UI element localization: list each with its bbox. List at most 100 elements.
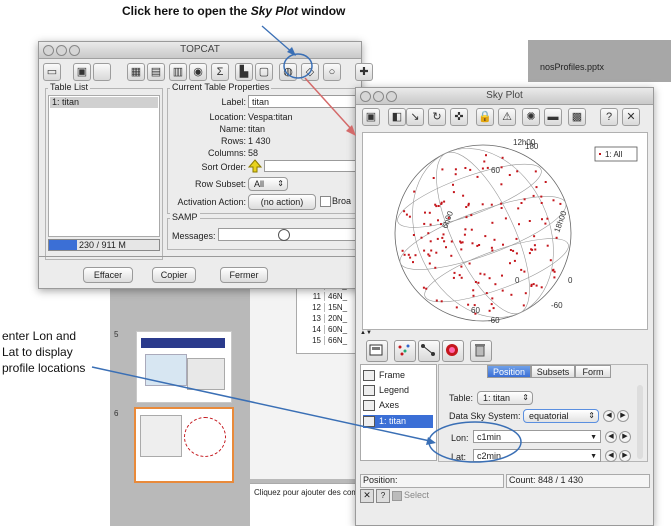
sky-plot-area[interactable]: 12h00 180 6h00 18h00 60 0 -60 -60 60 0 1: All: [362, 132, 648, 330]
label-field[interactable]: titan: [248, 95, 356, 108]
prev-sky-button[interactable]: ◀: [603, 410, 615, 422]
plot2d-icon[interactable]: ▢: [255, 63, 273, 81]
color-icon[interactable]: ✺: [522, 108, 540, 126]
row-subset-select[interactable]: All ⇕: [248, 177, 288, 191]
data-point: [546, 217, 549, 220]
table-view-icon[interactable]: ▦: [127, 63, 145, 81]
next-lon-button[interactable]: ▶: [619, 431, 631, 443]
sky-plot-svg[interactable]: 12h001806h00 18h00600-60-606001: All: [363, 133, 647, 329]
next-lat-button[interactable]: ▶: [619, 450, 631, 462]
add-pair-icon[interactable]: [418, 340, 440, 362]
data-point: [491, 221, 494, 224]
sigma-icon[interactable]: Σ: [211, 63, 229, 81]
broadcast-checkbox[interactable]: [320, 196, 331, 207]
skyplot-minimize-light-icon[interactable]: [373, 91, 384, 102]
slide-number-5: 5: [114, 330, 119, 339]
config-scrollbar[interactable]: [637, 385, 643, 459]
slide-sky-figure: [184, 417, 226, 457]
fermer-button[interactable]: Fermer: [220, 267, 268, 283]
open-table-icon[interactable]: ▭: [43, 63, 61, 81]
layer-item-axes[interactable]: Axes: [363, 399, 433, 412]
zoom-region-icon[interactable]: ◧: [388, 108, 406, 126]
select-icon[interactable]: [392, 491, 402, 501]
activation-button[interactable]: (no action): [248, 194, 316, 210]
broadcast-label: Broa: [332, 196, 352, 206]
match-icon[interactable]: ✚: [355, 63, 373, 81]
resize-icon[interactable]: ↘: [406, 108, 424, 126]
data-point: [481, 167, 484, 170]
skyplot-close-light-icon[interactable]: [360, 91, 371, 102]
layer-item-1-titan[interactable]: 1: titan: [363, 415, 433, 428]
data-point: [532, 283, 535, 286]
minimize-light-icon[interactable]: [56, 45, 67, 56]
data-point: [429, 223, 432, 226]
sky-plot-icon[interactable]: ◍: [279, 63, 297, 81]
splitter-icon[interactable]: ▲▼: [360, 330, 372, 336]
subsets-icon[interactable]: ◉: [189, 63, 207, 81]
slide-thumbnail-6[interactable]: [134, 407, 234, 483]
sphere-plot-icon[interactable]: ○: [323, 63, 341, 81]
broadcast-icon[interactable]: [93, 63, 111, 81]
notes-area[interactable]: Cliquez pour ajouter des com: [250, 483, 363, 526]
annotation-left-line1: enter Lon and: [2, 329, 77, 343]
data-point: [403, 210, 406, 213]
skyplot-titlebar: Sky Plot: [356, 88, 653, 105]
zoom-light-icon[interactable]: [69, 45, 80, 56]
tab-position[interactable]: Position: [487, 365, 531, 378]
clear-icon[interactable]: ✕: [360, 489, 374, 503]
sort-order-field[interactable]: [264, 160, 356, 172]
data-point: [501, 289, 504, 292]
data-point: [535, 186, 538, 189]
histogram-icon[interactable]: ▙: [235, 63, 253, 81]
close-icon[interactable]: ✕: [622, 108, 640, 126]
grid-label: 180: [525, 142, 539, 151]
tab-form[interactable]: Form: [575, 365, 611, 378]
config-icon[interactable]: ▣: [362, 108, 380, 126]
help-icon[interactable]: ?: [600, 108, 618, 126]
rotate-icon[interactable]: ↻: [428, 108, 446, 126]
prev-lat-button[interactable]: ◀: [605, 450, 617, 462]
save-table-icon[interactable]: ▣: [73, 63, 91, 81]
copier-button[interactable]: Copier: [152, 267, 196, 283]
table-list-item[interactable]: 1: titan: [50, 97, 158, 108]
select-arrows-icon: ⇕: [277, 179, 284, 188]
data-point: [490, 246, 493, 249]
data-point: [430, 249, 433, 252]
columns-icon[interactable]: ▤: [147, 63, 165, 81]
prev-lon-button[interactable]: ◀: [605, 431, 617, 443]
warning-icon[interactable]: ⚠: [498, 108, 516, 126]
table-select[interactable]: 1: titan ⇕: [477, 391, 533, 405]
sort-up-arrow-icon[interactable]: [247, 159, 263, 173]
skyplot-title: Sky Plot: [486, 90, 523, 101]
stats-icon[interactable]: ▥: [169, 63, 187, 81]
cube-plot-icon[interactable]: ◇: [301, 63, 319, 81]
add-scatter-icon[interactable]: [394, 340, 416, 362]
table-list[interactable]: 1: titan: [48, 95, 160, 237]
lock-icon[interactable]: 🔒: [476, 108, 494, 126]
add-density-icon[interactable]: [442, 340, 464, 362]
tab-subsets[interactable]: Subsets: [531, 365, 575, 378]
data-point: [420, 236, 423, 239]
help-icon[interactable]: ?: [376, 489, 390, 503]
sky-system-select[interactable]: equatorial ⇕: [523, 409, 599, 423]
rows-value: 1 430: [248, 136, 271, 146]
slide-thumbnail-5[interactable]: [136, 331, 232, 403]
next-sky-button[interactable]: ▶: [617, 410, 629, 422]
image-icon[interactable]: ▩: [568, 108, 586, 126]
layer-item-legend[interactable]: Legend: [363, 384, 433, 397]
data-point: [455, 306, 458, 309]
layer-tool-icon[interactable]: [366, 340, 388, 362]
effacer-button[interactable]: Effacer: [83, 267, 133, 283]
navigation-icon[interactable]: ✜: [450, 108, 468, 126]
row-value: 60N_: [328, 325, 348, 334]
delete-layer-icon[interactable]: [470, 340, 492, 362]
skyplot-zoom-light-icon[interactable]: [386, 91, 397, 102]
export-icon[interactable]: ▬: [544, 108, 562, 126]
data-point: [479, 272, 482, 275]
data-point: [460, 248, 463, 251]
lon-field[interactable]: c1min ▼: [473, 430, 601, 443]
lat-field[interactable]: c2min ▼: [473, 449, 601, 462]
close-light-icon[interactable]: [43, 45, 54, 56]
layer-item-frame[interactable]: Frame: [363, 369, 433, 382]
layer-list[interactable]: Frame Legend Axes 1: titan: [360, 364, 437, 461]
